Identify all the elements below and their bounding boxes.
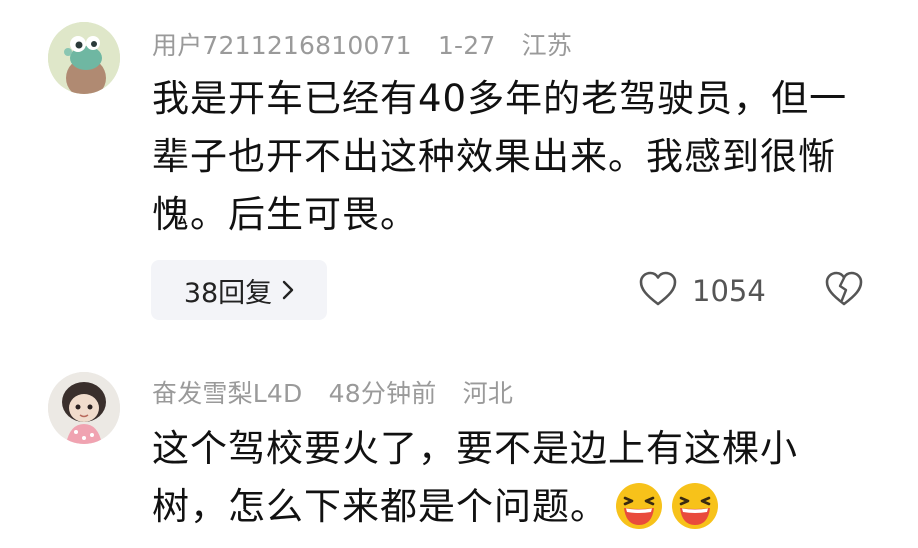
username[interactable]: 奋发雪梨L4D xyxy=(152,379,303,408)
comment-item: 用户7211216810071 1-27 江苏 我是开车已经有40多年的老驾驶员… xyxy=(0,0,918,345)
like-count: 1054 xyxy=(692,274,766,308)
laughing-emoji-icon xyxy=(670,481,720,531)
view-replies-button[interactable]: 38回复 xyxy=(151,260,327,320)
heart-outline-icon xyxy=(638,270,678,312)
dislike-button[interactable] xyxy=(824,270,864,312)
broken-heart-outline-icon xyxy=(824,271,864,312)
username[interactable]: 用户7211216810071 xyxy=(152,31,412,60)
comment-meta: 奋发雪梨L4D 48分钟前 河北 xyxy=(152,374,531,410)
avatar[interactable] xyxy=(48,22,120,94)
comment-time: 48分钟前 xyxy=(328,379,437,408)
comment-item: 奋发雪梨L4D 48分钟前 河北 这个驾校要火了，要不是边上有这棵小树，怎么下来… xyxy=(0,345,918,545)
green-cartoon-avatar-icon xyxy=(48,22,120,94)
comment-meta: 用户7211216810071 1-27 江苏 xyxy=(152,26,590,62)
reply-count-label: 38回复 xyxy=(183,277,273,309)
chevron-right-icon xyxy=(282,280,294,300)
like-button[interactable]: 1054 xyxy=(638,270,766,312)
comment-location: 河北 xyxy=(462,379,514,408)
comment-location: 江苏 xyxy=(521,31,573,60)
comment-text: 这个驾校要火了，要不是边上有这棵小树，怎么下来都是个问题。 xyxy=(152,420,852,536)
doll-avatar-icon xyxy=(48,372,120,444)
laughing-emoji-icon xyxy=(614,481,664,531)
comment-time: 1-27 xyxy=(437,31,496,60)
avatar[interactable] xyxy=(48,372,120,444)
comment-text: 我是开车已经有40多年的老驾驶员，但一辈子也开不出这种效果出来。我感到很惭愧。后… xyxy=(152,77,848,236)
